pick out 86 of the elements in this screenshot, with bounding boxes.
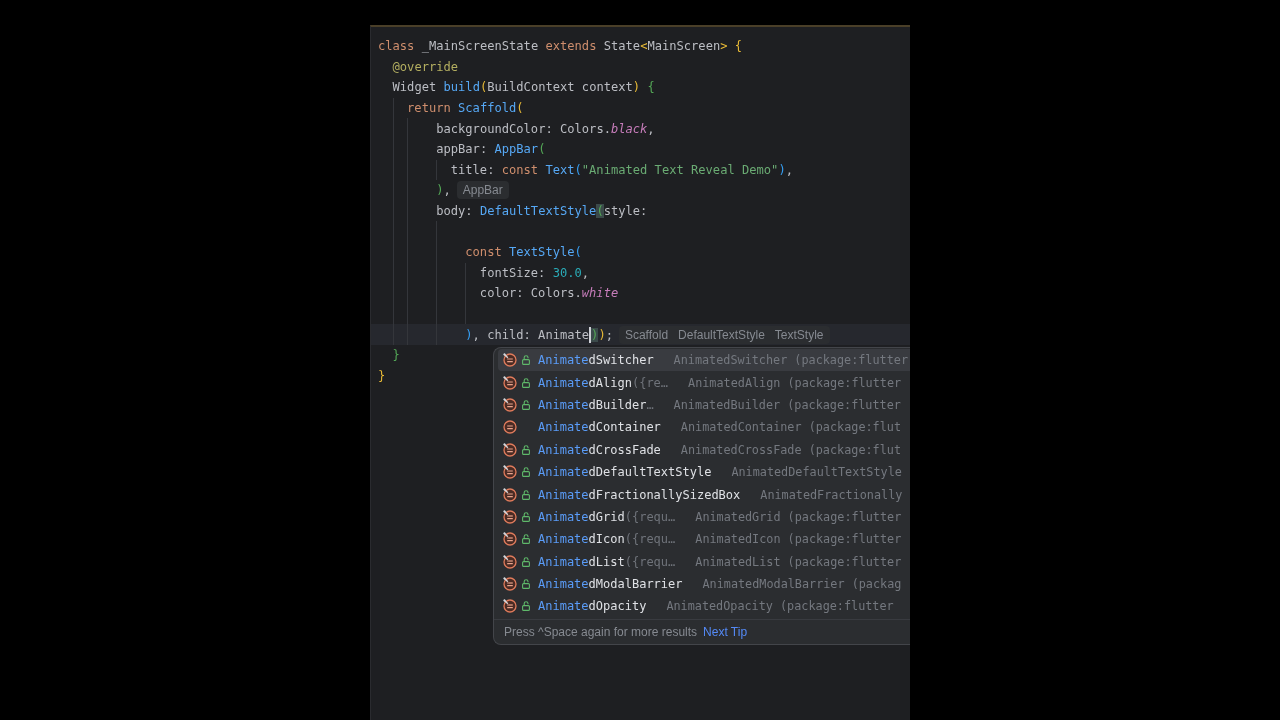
completion-name: AnimatedIcon xyxy=(538,532,625,547)
completion-name: AnimatedFractionallySizedBox xyxy=(538,487,741,502)
open-lock-icon xyxy=(522,467,530,478)
code-text: fontSize: 30.0, xyxy=(479,265,590,280)
completion-name: AnimatedAlign xyxy=(538,375,632,390)
completion-name: AnimatedOpacity xyxy=(538,599,647,614)
code-text: appBar: AppBar( xyxy=(436,142,546,157)
code-text: const TextStyle( xyxy=(465,245,582,260)
class-icon xyxy=(503,554,517,569)
completion-item[interactable]: AnimatedDefaultTextStyle AnimatedDefaultTextStyle xyxy=(498,460,910,484)
open-lock-icon xyxy=(522,355,530,366)
code-text: color: Colors.white xyxy=(479,286,619,301)
completion-item[interactable]: AnimatedIcon({requ… AnimatedIcon (package:flutter xyxy=(498,528,910,551)
class-icon xyxy=(503,532,517,547)
open-lock-icon xyxy=(522,601,530,612)
completion-type: AnimatedSwitcher (package:flutter xyxy=(673,353,908,368)
completion-type: AnimatedGrid (package:flutter xyxy=(695,509,902,524)
code-editor[interactable] xyxy=(370,25,910,720)
code-text: ), child: Animate xyxy=(465,327,590,342)
open-lock-icon xyxy=(522,511,530,522)
open-lock-icon xyxy=(522,444,530,455)
completion-params: ({re… xyxy=(631,375,669,390)
completion-item[interactable]: AnimatedModalBarrier AnimatedModalBarrier (packag xyxy=(498,572,910,596)
completion-type: AnimatedCrossFade (package:flut xyxy=(680,442,901,457)
class-icon xyxy=(503,577,517,592)
completion-type: AnimatedFractionally xyxy=(760,487,903,502)
completion-type: AnimatedAlign (package:flutter xyxy=(688,375,902,390)
class-icon xyxy=(503,487,517,502)
completion-item[interactable]: AnimatedContainer AnimatedContainer (package:flut xyxy=(498,416,910,439)
inlay-hint: Scaffold DefaultTextStyle TextStyle xyxy=(618,325,830,344)
code-text: backgroundColor: Colors.black, xyxy=(436,121,655,136)
class-icon xyxy=(503,509,517,524)
completion-params: ({requ… xyxy=(624,509,676,524)
completion-params: ({requ… xyxy=(624,532,676,547)
class-icon xyxy=(503,442,517,457)
footer-hint: Press ^Space again for more results xyxy=(504,624,698,639)
completion-type: AnimatedContainer (package:flut xyxy=(680,420,901,435)
code-text: )); xyxy=(591,327,613,342)
code-text: } xyxy=(378,368,386,383)
completion-name: AnimatedGrid xyxy=(538,509,625,524)
completion-type: AnimatedBuilder (package:flutter xyxy=(673,397,901,412)
completion-name: AnimatedSwitcher xyxy=(538,353,654,368)
open-lock-icon xyxy=(522,534,530,545)
completion-item[interactable]: AnimatedSwitcher AnimatedSwitcher (package:flutter xyxy=(498,349,910,372)
completion-name: AnimatedList xyxy=(538,554,625,569)
completion-type: AnimatedIcon (package:flutter xyxy=(695,532,902,547)
code-text: class _MainScreenState extends State<MainScreen> { xyxy=(378,39,743,54)
class-icon xyxy=(503,599,517,614)
completion-params: … xyxy=(646,397,654,412)
completion-type: AnimatedOpacity (package:flutter xyxy=(666,599,894,614)
open-lock-icon xyxy=(522,489,530,500)
code-text: ), xyxy=(436,183,451,198)
text-cursor xyxy=(589,326,592,343)
code-text: return Scaffold( xyxy=(407,101,524,116)
code-text: } xyxy=(392,348,400,363)
code-text: title: const Text("Animated Text Reveal Demo"), xyxy=(450,162,793,177)
completion-type: AnimatedList (package:flutter xyxy=(695,554,902,569)
open-lock-icon xyxy=(522,579,530,590)
completion-item[interactable]: AnimatedFractionallySizedBox AnimatedFractionally xyxy=(498,483,910,506)
completion-type: AnimatedDefaultTextStyle xyxy=(731,465,902,480)
code-text: @override xyxy=(392,59,459,74)
completion-name: AnimatedCrossFade xyxy=(538,442,661,457)
open-lock-icon xyxy=(522,399,530,410)
completion-params: ({requ… xyxy=(624,554,676,569)
completion-name: AnimatedDefaultTextStyle xyxy=(538,465,712,480)
class-icon xyxy=(503,353,517,368)
next-tip-link[interactable]: Next Tip xyxy=(703,624,748,639)
completion-name: AnimatedContainer xyxy=(538,420,661,435)
completion-item[interactable]: AnimatedOpacity AnimatedOpacity (package:flutter xyxy=(498,595,910,618)
completion-item[interactable]: AnimatedAlign({re… AnimatedAlign (package:flutter xyxy=(498,371,910,394)
completion-item[interactable]: AnimatedGrid({requ… AnimatedGrid (package:flutter xyxy=(498,505,910,529)
code-text: Widget build(BuildContext context) { xyxy=(392,80,655,95)
open-lock-icon xyxy=(522,377,530,388)
completion-name: AnimatedModalBarrier xyxy=(538,577,683,592)
completion-type: AnimatedModalBarrier (packag xyxy=(702,577,902,592)
code-text: body: DefaultTextStyle(style: xyxy=(436,204,648,219)
completion-name: AnimatedBuilder xyxy=(538,397,647,412)
completion-item[interactable]: AnimatedCrossFade AnimatedCrossFade (package:flut xyxy=(498,438,910,461)
completion-item[interactable]: AnimatedBuilder… AnimatedBuilder (package:flutter xyxy=(498,393,910,417)
inlay-hint: AppBar xyxy=(456,181,509,200)
open-lock-icon xyxy=(522,556,530,567)
class-icon xyxy=(503,465,517,480)
class-icon xyxy=(503,397,517,412)
completion-item[interactable]: AnimatedList({requ… AnimatedList (package:flutter xyxy=(498,550,910,573)
class-icon xyxy=(503,375,517,390)
class-icon xyxy=(503,420,517,435)
